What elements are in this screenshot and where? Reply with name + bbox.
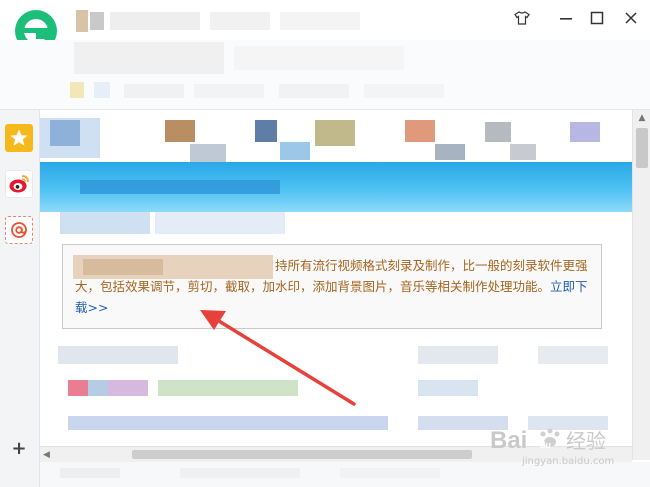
blurred-tab-area [76, 10, 360, 32]
vertical-scroll-thumb[interactable] [636, 128, 648, 168]
vertical-scrollbar[interactable]: ▲ [632, 110, 650, 460]
mail-at-icon [11, 222, 27, 238]
sidebar: + [0, 110, 40, 487]
watermark-paw-text: du [540, 440, 551, 450]
horizontal-scroll-thumb[interactable] [132, 450, 472, 459]
blurred-banner-text [80, 180, 280, 194]
sidebar-item-favorites[interactable] [5, 124, 33, 152]
minimize-button[interactable] [552, 6, 580, 30]
title-bar [0, 0, 650, 55]
close-button[interactable] [617, 6, 645, 30]
toolbar [0, 40, 650, 110]
info-box: 持所有流行视频格式刻录及制作，比一般的刻录软件更强大，包括效果调节，剪切，截取，… [62, 244, 602, 329]
minimize-icon [560, 18, 572, 20]
baidu-jingyan-watermark: Bai du 经验 jingyan.baidu.com [490, 424, 640, 468]
watermark-url: jingyan.baidu.com [521, 456, 614, 467]
star-icon [10, 129, 28, 146]
close-icon [625, 12, 637, 24]
watermark-brand: Bai [490, 427, 527, 454]
tshirt-icon [514, 11, 530, 25]
maximize-button[interactable] [583, 6, 611, 30]
skin-button[interactable] [508, 6, 536, 30]
maximize-icon [590, 11, 604, 25]
blurred-heading [60, 212, 285, 234]
info-description: 持所有流行视频格式刻录及制作，比一般的刻录软件更强大，包括效果调节，剪切，截取，… [75, 258, 588, 315]
sidebar-item-weibo[interactable] [5, 170, 33, 198]
sidebar-item-mail[interactable] [5, 216, 33, 244]
web-page: 持所有流行视频格式刻录及制作，比一般的刻录软件更强大，包括效果调节，剪切，截取，… [40, 110, 632, 460]
scroll-up-arrow-icon[interactable]: ▲ [637, 114, 647, 123]
blurred-status-text [60, 468, 440, 478]
sidebar-add-button[interactable]: + [6, 436, 32, 462]
scroll-left-arrow-icon[interactable]: ◀ [43, 450, 53, 460]
blurred-address-bar [70, 42, 444, 98]
watermark-suffix: 经验 [566, 429, 606, 453]
weibo-icon [9, 175, 29, 193]
